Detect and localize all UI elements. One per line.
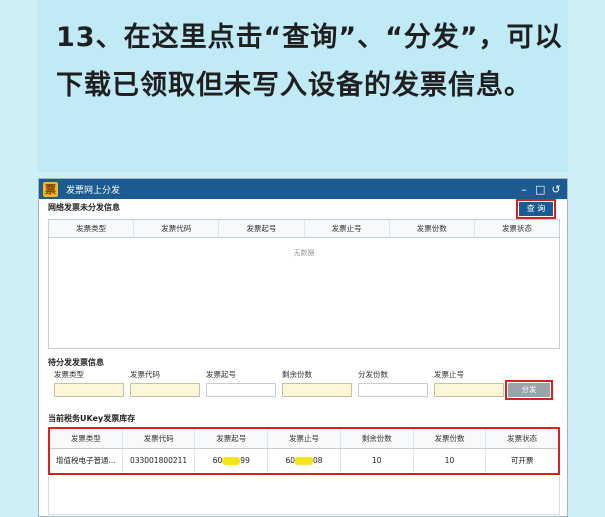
field-label: 发票起号 bbox=[206, 370, 236, 379]
col-header[interactable]: 发票份数 bbox=[390, 220, 475, 237]
query-button[interactable]: 查 询 bbox=[516, 199, 556, 219]
invoice-code-field[interactable] bbox=[130, 383, 200, 397]
cell-remaining: 10 bbox=[341, 449, 414, 473]
col-header[interactable]: 发票止号 bbox=[268, 429, 341, 448]
cell-end: 60 08 bbox=[268, 449, 341, 473]
section-undistributed-label: 网络发票未分发信息 bbox=[48, 203, 120, 212]
field-label: 分发份数 bbox=[358, 370, 388, 379]
app-window: 票 发票网上分发 – □ ↺ 网络发票未分发信息 查 询 发票类型 发票代码 发… bbox=[38, 178, 568, 517]
invoice-app-icon: 票 bbox=[43, 181, 58, 197]
window-title: 发票网上分发 bbox=[66, 185, 121, 196]
refresh-icon[interactable]: ↺ bbox=[551, 183, 561, 196]
section-inventory-label: 当前税务UKey发票库存 bbox=[48, 414, 136, 423]
col-header[interactable]: 发票状态 bbox=[486, 429, 558, 448]
cell-status: 可开票 bbox=[510, 456, 534, 465]
cell-count: 10 bbox=[414, 449, 487, 473]
col-header[interactable]: 发票份数 bbox=[414, 429, 487, 448]
cell-code: 033001800211 bbox=[123, 449, 196, 473]
maximize-icon[interactable]: □ bbox=[535, 183, 545, 196]
col-header[interactable]: 发票代码 bbox=[134, 220, 220, 237]
minimize-icon[interactable]: – bbox=[519, 183, 529, 196]
field-label: 剩余份数 bbox=[282, 370, 312, 379]
col-header[interactable]: 发票起号 bbox=[219, 220, 305, 237]
col-header[interactable]: 剩余份数 bbox=[341, 429, 414, 448]
table-header: 发票类型 发票代码 发票起号 发票止号 发票份数 发票状态 bbox=[49, 220, 559, 238]
redaction-mask bbox=[295, 457, 314, 465]
distribute-count-field[interactable] bbox=[358, 383, 428, 397]
instruction-text: 13、在这里点击“查询”、“分发”，可以下载已领取但未写入设备的发票信息。 bbox=[56, 22, 563, 101]
col-header[interactable]: 发票类型 bbox=[50, 429, 123, 448]
field-label: 发票类型 bbox=[54, 370, 84, 379]
invoice-end-field[interactable] bbox=[434, 383, 504, 397]
section-pending-label: 待分发发票信息 bbox=[48, 358, 104, 367]
redaction-mask bbox=[222, 457, 241, 465]
title-bar: 票 发票网上分发 – □ ↺ bbox=[39, 179, 567, 199]
cell-type: 增值税电子普通... bbox=[50, 449, 123, 473]
distribute-button[interactable]: 分发 bbox=[505, 380, 553, 400]
empty-state-text: 无数据 bbox=[293, 249, 315, 257]
cell-start: 60 99 bbox=[195, 449, 269, 473]
col-header[interactable]: 发票止号 bbox=[305, 220, 390, 237]
undistributed-table: 发票类型 发票代码 发票起号 发票止号 发票份数 发票状态 无数据 bbox=[48, 219, 560, 349]
col-header[interactable]: 发票起号 bbox=[195, 429, 269, 448]
remaining-count-field[interactable] bbox=[282, 383, 352, 397]
table-header: 发票类型 发票代码 发票起号 发票止号 剩余份数 发票份数 发票状态 bbox=[50, 429, 558, 449]
field-label: 发票代码 bbox=[130, 370, 160, 379]
inventory-table-empty-area bbox=[48, 477, 560, 515]
field-label: 发票止号 bbox=[434, 370, 464, 379]
table-row[interactable]: 增值税电子普通... 033001800211 60 99 60 08 10 10 … bbox=[50, 449, 558, 473]
col-header[interactable]: 发票状态 bbox=[475, 220, 559, 237]
col-header[interactable]: 发票代码 bbox=[123, 429, 196, 448]
pending-form: 发票类型 发票代码 发票起号 剩余份数 分发份数 发票止号 bbox=[48, 369, 560, 403]
col-header[interactable]: 发票类型 bbox=[49, 220, 135, 237]
invoice-start-field[interactable] bbox=[206, 383, 276, 397]
invoice-type-field[interactable] bbox=[54, 383, 124, 397]
inventory-table: 发票类型 发票代码 发票起号 发票止号 剩余份数 发票份数 发票状态 增值税电子… bbox=[48, 427, 560, 475]
